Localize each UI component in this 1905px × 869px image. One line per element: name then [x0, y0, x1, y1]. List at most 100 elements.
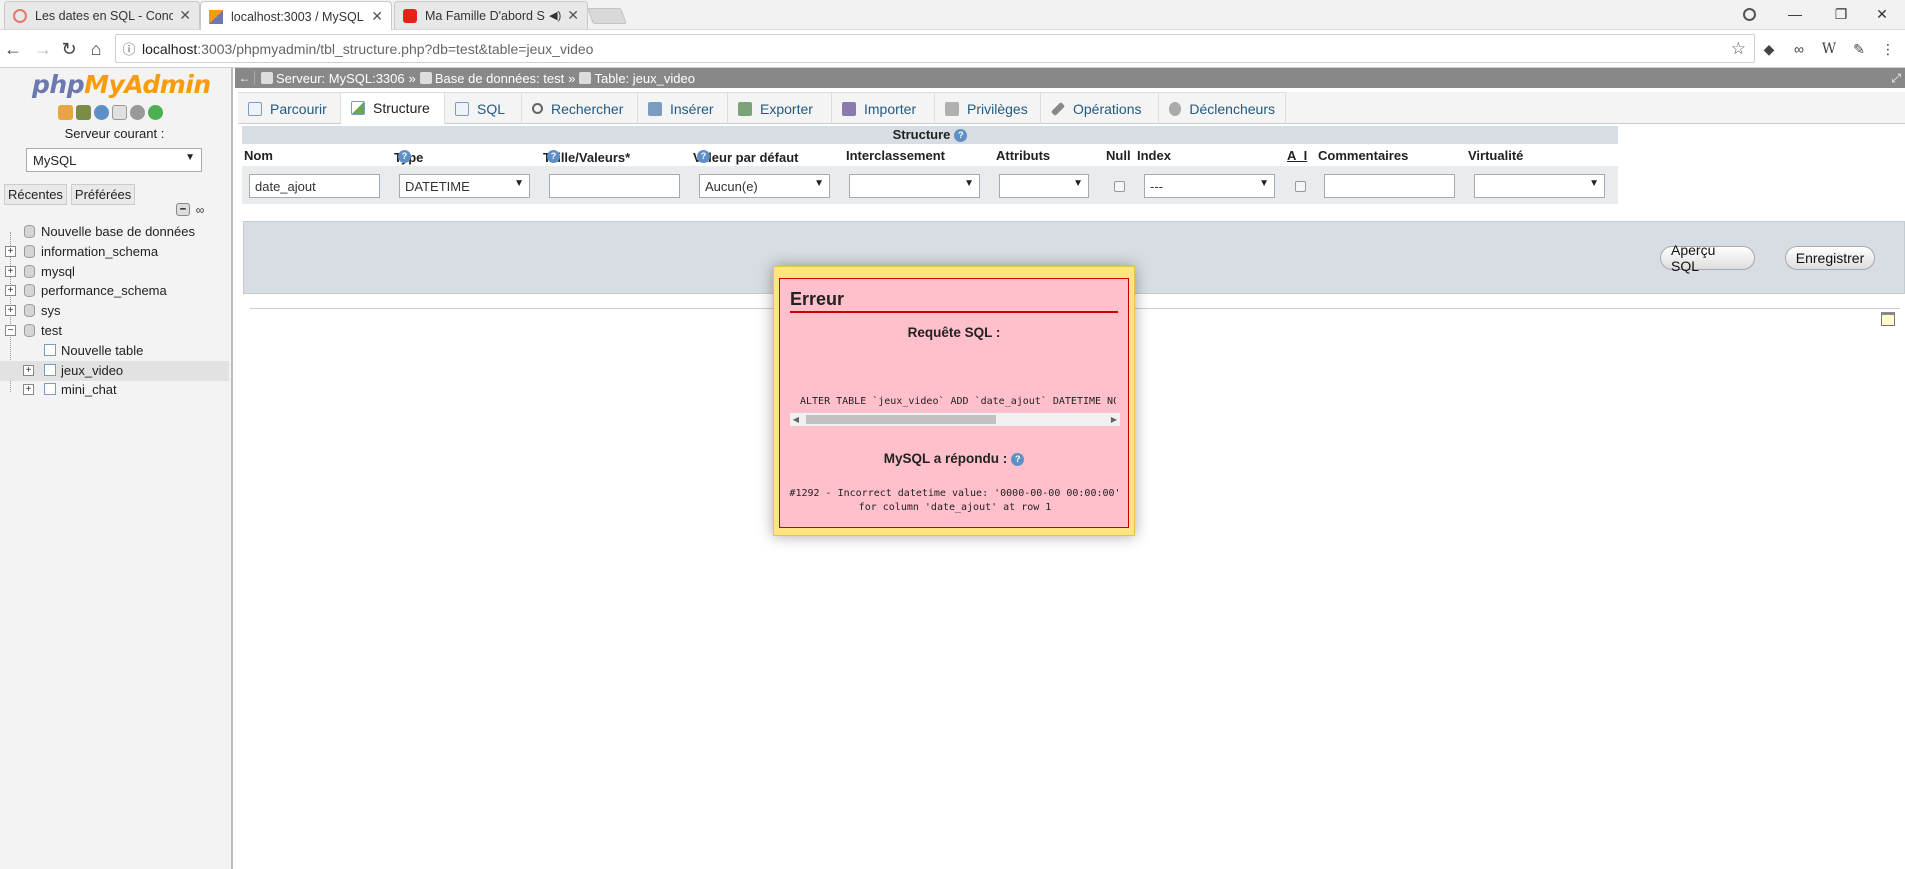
close-window-icon[interactable]: ✕	[1859, 0, 1905, 28]
tree-item-performance-schema[interactable]: + performance_schema	[0, 281, 229, 301]
browser-tab-youtube[interactable]: Ma Famille D'abord S ◀) ✕	[394, 1, 588, 29]
new-tab-button[interactable]	[587, 8, 627, 24]
settings-icon[interactable]	[130, 105, 145, 120]
tree-item-information-schema[interactable]: + information_schema	[0, 242, 229, 262]
length-values-input[interactable]	[549, 174, 680, 198]
type-select[interactable]: DATETIME ▼	[399, 174, 530, 198]
restore-icon[interactable]: ❐	[1818, 0, 1864, 28]
tab-structure[interactable]: Structure	[341, 92, 445, 124]
tree-item-mysql[interactable]: + mysql	[0, 262, 229, 282]
home-icon[interactable]	[58, 105, 73, 120]
extension-wikipedia-icon[interactable]: W	[1818, 38, 1840, 60]
index-select[interactable]: --- ▼	[1144, 174, 1275, 198]
chevron-down-icon: ▼	[185, 152, 195, 163]
browser-tab-phpmyadmin[interactable]: localhost:3003 / MySQL / ✕	[200, 1, 392, 31]
save-button[interactable]: Enregistrer	[1785, 246, 1875, 270]
scroll-right-icon[interactable]: ▶	[1108, 413, 1120, 426]
insert-icon	[648, 101, 662, 116]
back-icon[interactable]: ←	[2, 38, 24, 60]
recent-tab[interactable]: Récentes	[4, 184, 67, 205]
browser-tab-dates-sql[interactable]: Les dates en SQL - Conc ✕	[4, 1, 200, 29]
toggle-panel-icon[interactable]: ←	[235, 71, 255, 85]
help-icon[interactable]: ?	[954, 129, 968, 143]
help-icon[interactable]: ?	[1011, 452, 1025, 466]
extension-glasses-icon[interactable]: ∞	[1788, 38, 1810, 60]
refresh-icon[interactable]	[148, 105, 163, 120]
tab-parcourir[interactable]: Parcourir	[238, 92, 341, 124]
sql-query-label: Requête SQL :	[907, 325, 1001, 340]
close-tab-icon[interactable]: ✕	[179, 7, 191, 24]
exit-icon[interactable]	[76, 105, 91, 120]
link-with-main-icon[interactable]: ∞	[193, 203, 207, 217]
tab-inserer[interactable]: Insérer	[638, 92, 728, 124]
docs-icon[interactable]	[112, 105, 127, 120]
tree-item-sys[interactable]: + sys	[0, 301, 229, 321]
tab-privileges[interactable]: Privilèges	[935, 92, 1041, 124]
minimize-icon[interactable]: —	[1772, 0, 1818, 28]
scroll-left-icon[interactable]: ◀	[790, 413, 802, 426]
tree-item-new-table[interactable]: Nouvelle table	[0, 341, 229, 361]
header-ai: A_I	[1287, 148, 1308, 163]
error-notification[interactable]: Erreur Requête SQL : ALTER TABLE `jeux_v…	[773, 266, 1135, 536]
collation-select[interactable]: ▼	[849, 174, 980, 198]
tab-rechercher[interactable]: Rechercher	[522, 92, 638, 124]
profile-icon[interactable]	[1726, 0, 1772, 28]
tab-operations[interactable]: Opérations	[1041, 92, 1159, 124]
default-value-select[interactable]: Aucun(e) ▼	[699, 174, 830, 198]
breadcrumb: ← Serveur: MySQL:3306 » Base de données:…	[235, 68, 1905, 88]
close-tab-icon[interactable]: ✕	[567, 7, 579, 24]
quick-icons	[58, 105, 163, 120]
expand-icon[interactable]: +	[23, 364, 34, 376]
site-info-icon[interactable]: ⓘ	[116, 39, 142, 58]
breadcrumb-table[interactable]: Table: jeux_video	[579, 71, 695, 86]
url-field[interactable]: ⓘ localhost:3003/phpmyadmin/tbl_structur…	[115, 34, 1755, 63]
tree-controls: ━ ∞	[176, 203, 207, 217]
expand-icon[interactable]: +	[5, 305, 16, 317]
forward-icon[interactable]: →	[32, 38, 54, 60]
close-tab-icon[interactable]: ✕	[371, 8, 383, 25]
query-scrollbar[interactable]: ◀ ▶	[790, 413, 1120, 426]
tree-item-new-database[interactable]: Nouvelle base de données	[0, 222, 229, 242]
help-icon[interactable]	[94, 105, 109, 120]
home-icon[interactable]: ⌂	[85, 38, 107, 60]
attributes-select[interactable]: ▼	[999, 174, 1089, 198]
breadcrumb-server[interactable]: Serveur: MySQL:3306	[261, 71, 405, 86]
expand-icon[interactable]: +	[23, 384, 34, 396]
error-box: Erreur Requête SQL : ALTER TABLE `jeux_v…	[779, 278, 1129, 528]
collapse-all-icon[interactable]: ━	[176, 203, 190, 216]
tab-importer[interactable]: Importer	[832, 92, 935, 124]
tab-sql[interactable]: SQL	[445, 92, 522, 124]
help-icon[interactable]: ?	[697, 150, 710, 163]
expand-icon[interactable]: +	[5, 265, 16, 277]
extension-bell-icon[interactable]: ◆	[1758, 38, 1780, 60]
tree-item-mini-chat[interactable]: + mini_chat	[0, 380, 229, 400]
help-icon[interactable]: ?	[398, 150, 411, 163]
virtuality-select[interactable]: ▼	[1474, 174, 1605, 198]
console-note-icon[interactable]	[1881, 312, 1895, 326]
maximize-icon[interactable]: ⤢	[1891, 71, 1901, 86]
tree-item-test[interactable]: − test	[0, 321, 229, 341]
favorites-tab[interactable]: Préférées	[70, 184, 136, 205]
tab-exporter[interactable]: Exporter	[728, 92, 832, 124]
tree-item-jeux-video[interactable]: + jeux_video	[0, 360, 229, 381]
breadcrumb-database[interactable]: Base de données: test	[419, 71, 564, 86]
auto-increment-checkbox[interactable]	[1295, 181, 1306, 192]
expand-icon[interactable]: +	[5, 245, 16, 257]
tab-declencheurs[interactable]: Déclencheurs	[1159, 92, 1286, 124]
column-name-input[interactable]: date_ajout	[249, 174, 380, 198]
scrollbar-thumb[interactable]	[806, 415, 996, 424]
extension-eyedropper-icon[interactable]: ✎	[1848, 38, 1870, 60]
browser-menu-icon[interactable]: ⋮	[1877, 38, 1899, 60]
collapse-icon[interactable]: −	[5, 325, 16, 336]
expand-icon[interactable]: +	[5, 285, 16, 297]
audio-playing-icon[interactable]: ◀)	[549, 9, 561, 22]
help-icon[interactable]: ?	[547, 150, 560, 163]
bookmark-star-icon[interactable]: ☆	[1731, 39, 1746, 59]
preview-sql-button[interactable]: Aperçu SQL	[1660, 242, 1755, 274]
phpmyadmin-logo[interactable]: phpMyAdmin	[32, 70, 211, 99]
null-checkbox[interactable]	[1114, 181, 1125, 192]
reload-icon[interactable]: ↻	[58, 38, 80, 60]
comments-input[interactable]	[1324, 174, 1455, 198]
chevron-down-icon: ▼	[514, 178, 524, 189]
server-select[interactable]: MySQL ▼	[26, 148, 202, 172]
